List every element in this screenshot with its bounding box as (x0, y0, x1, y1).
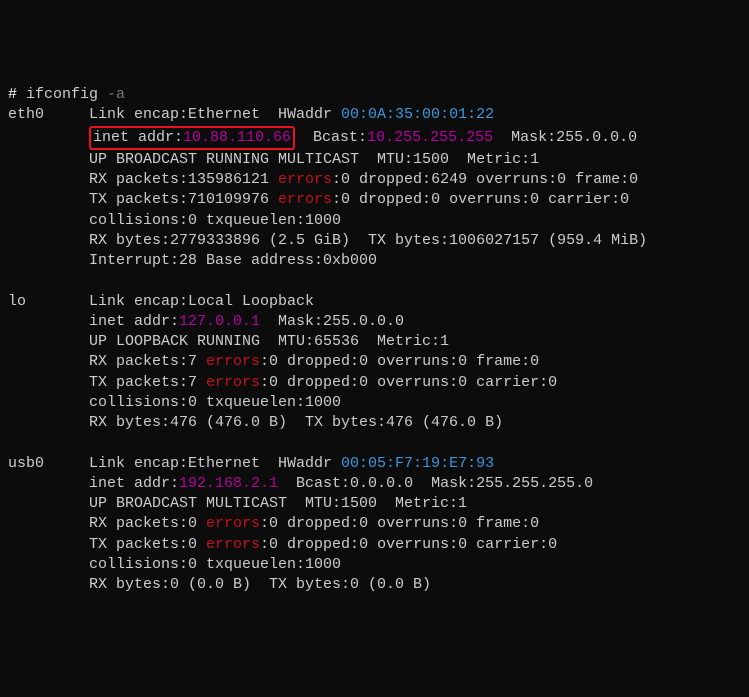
lo-mask: Mask:255.0.0.0 (260, 313, 404, 330)
lo-rx-b: :0 dropped:0 overruns:0 frame:0 (260, 353, 539, 370)
usb0-collisions: collisions:0 txqueuelen:1000 (89, 556, 341, 573)
lo-link: Link encap:Local Loopback (89, 293, 314, 310)
iface-lo-name: lo (8, 292, 89, 312)
lo-bytes: RX bytes:476 (476.0 B) TX bytes:476 (476… (89, 414, 503, 431)
lo-tx-a: TX packets:7 (89, 374, 206, 391)
errors-label: errors (278, 171, 332, 188)
usb0-bcast-mask: Bcast:0.0.0.0 Mask:255.255.255.0 (278, 475, 593, 492)
eth0-tx-b: :0 dropped:0 overruns:0 carrier:0 (332, 191, 629, 208)
usb0-bytes: RX bytes:0 (0.0 B) TX bytes:0 (0.0 B) (89, 576, 431, 593)
shell-prompt: # (8, 86, 26, 103)
usb0-inet-label: inet addr: (89, 475, 179, 492)
terminal-output: # ifconfig -a eth0Link encap:Ethernet HW… (8, 85, 741, 595)
eth0-tx-a: TX packets:710109976 (89, 191, 278, 208)
usb0-tx-a: TX packets:0 (89, 536, 206, 553)
eth0-inet-highlight: inet addr:10.88.110.66 (89, 126, 295, 150)
usb0-link: Link encap:Ethernet HWaddr (89, 455, 341, 472)
errors-label: errors (206, 353, 260, 370)
usb0-rx-b: :0 dropped:0 overruns:0 frame:0 (260, 515, 539, 532)
errors-label: errors (206, 536, 260, 553)
eth0-link: Link encap:Ethernet HWaddr (89, 106, 341, 123)
eth0-inet-label: inet addr: (93, 129, 183, 146)
eth0-rx-a: RX packets:135986121 (89, 171, 278, 188)
command-arg: -a (98, 86, 125, 103)
lo-flags: UP LOOPBACK RUNNING MTU:65536 Metric:1 (89, 333, 449, 350)
eth0-flags: UP BROADCAST RUNNING MULTICAST MTU:1500 … (89, 151, 539, 168)
errors-label: errors (206, 374, 260, 391)
eth0-hwaddr: 00:0A:35:00:01:22 (341, 106, 494, 123)
usb0-tx-b: :0 dropped:0 overruns:0 carrier:0 (260, 536, 557, 553)
eth0-bcast-label: Bcast: (295, 129, 367, 146)
eth0-collisions: collisions:0 txqueuelen:1000 (89, 212, 341, 229)
usb0-flags: UP BROADCAST MULTICAST MTU:1500 Metric:1 (89, 495, 467, 512)
usb0-inet-addr: 192.168.2.1 (179, 475, 278, 492)
lo-collisions: collisions:0 txqueuelen:1000 (89, 394, 341, 411)
usb0-hwaddr: 00:05:F7:19:E7:93 (341, 455, 494, 472)
eth0-bytes: RX bytes:2779333896 (2.5 GiB) TX bytes:1… (89, 232, 647, 249)
eth0-rx-b: :0 dropped:6249 overruns:0 frame:0 (332, 171, 638, 188)
eth0-mask: Mask:255.0.0.0 (493, 129, 637, 146)
errors-label: errors (278, 191, 332, 208)
errors-label: errors (206, 515, 260, 532)
lo-rx-a: RX packets:7 (89, 353, 206, 370)
lo-inet-label: inet addr: (89, 313, 179, 330)
lo-tx-b: :0 dropped:0 overruns:0 carrier:0 (260, 374, 557, 391)
iface-usb0-name: usb0 (8, 454, 89, 474)
lo-inet-addr: 127.0.0.1 (179, 313, 260, 330)
command: ifconfig (26, 86, 98, 103)
usb0-rx-a: RX packets:0 (89, 515, 206, 532)
eth0-interrupt: Interrupt:28 Base address:0xb000 (89, 252, 377, 269)
eth0-bcast: 10.255.255.255 (367, 129, 493, 146)
iface-eth0-name: eth0 (8, 105, 89, 125)
eth0-inet-addr: 10.88.110.66 (183, 129, 291, 146)
